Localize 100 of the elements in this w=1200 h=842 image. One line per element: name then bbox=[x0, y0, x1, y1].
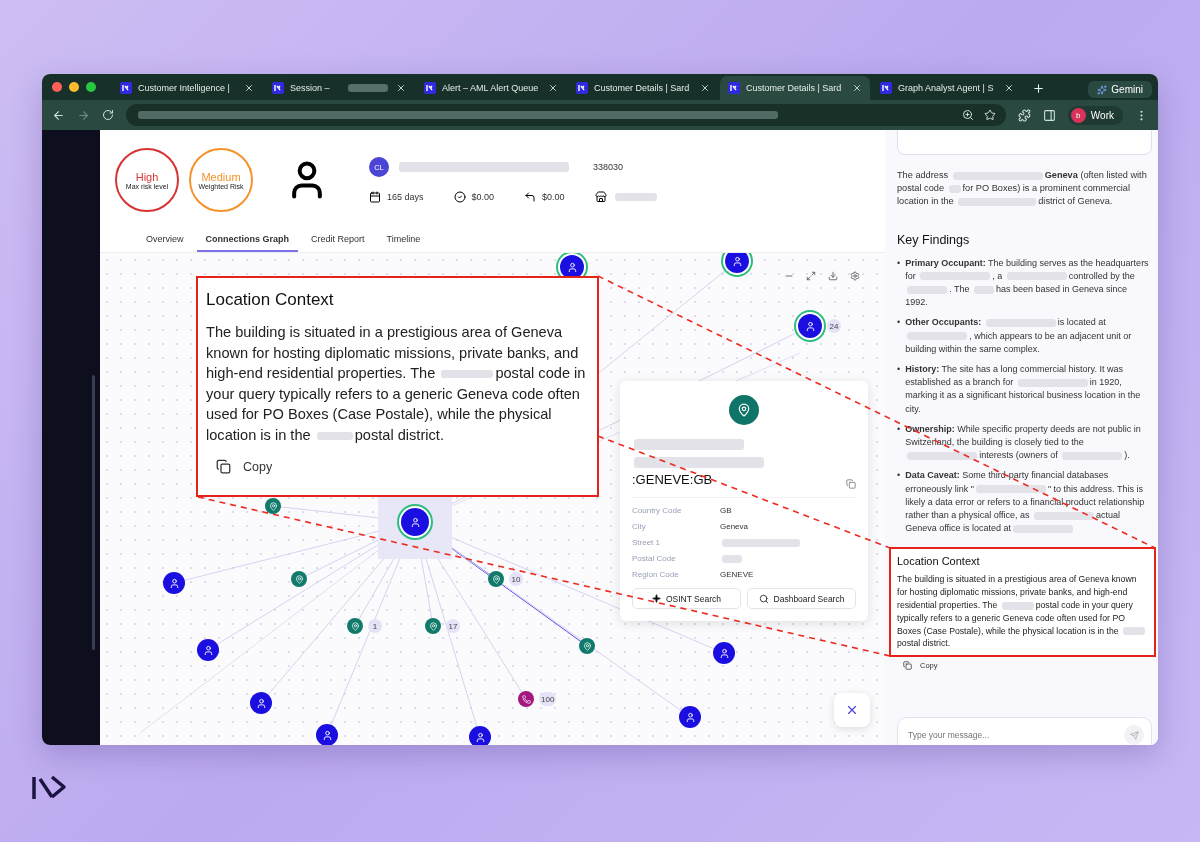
field-value: GENEVE bbox=[720, 570, 755, 579]
person-node[interactable] bbox=[163, 572, 185, 594]
maximize-window-button[interactable] bbox=[86, 82, 96, 92]
page-tab[interactable]: Overview bbox=[137, 230, 193, 252]
sparkle-icon bbox=[651, 594, 661, 603]
section-heading: Key Findings bbox=[897, 232, 971, 247]
sparkle-icon bbox=[1097, 84, 1108, 95]
gemini-button[interactable]: Gemini bbox=[1088, 81, 1152, 98]
person-icon bbox=[321, 729, 333, 741]
map-pin-icon bbox=[491, 574, 501, 584]
return-arrow-icon bbox=[524, 191, 537, 203]
person-icon bbox=[202, 644, 214, 656]
person-node[interactable] bbox=[679, 706, 701, 728]
callout-heading: Location Context bbox=[206, 290, 335, 310]
message-input[interactable]: Type your message... bbox=[897, 717, 1152, 745]
field-label: Postal Code bbox=[632, 554, 677, 563]
browser-tab[interactable]: Graph Analyst Agent | S bbox=[872, 76, 1022, 100]
person-node[interactable] bbox=[469, 726, 491, 745]
close-icon[interactable] bbox=[700, 83, 710, 93]
person-node[interactable] bbox=[316, 724, 338, 745]
dashboard-search-button[interactable]: Dashboard Search bbox=[747, 588, 856, 609]
stat-value: 165 days bbox=[387, 192, 424, 202]
location-node[interactable] bbox=[265, 498, 281, 514]
copy-icon bbox=[903, 661, 912, 671]
stat-value: $0.00 bbox=[471, 192, 495, 202]
settings-icon[interactable] bbox=[850, 271, 860, 281]
bookmark-star-icon[interactable] bbox=[983, 109, 996, 121]
location-node[interactable] bbox=[579, 638, 595, 654]
location-node[interactable] bbox=[347, 618, 363, 634]
count-badge: 1 bbox=[368, 619, 382, 633]
osint-search-button[interactable]: OSINT Search bbox=[632, 588, 741, 609]
location-node[interactable] bbox=[488, 571, 504, 587]
person-node[interactable] bbox=[197, 639, 219, 661]
site-favicon-icon bbox=[272, 82, 284, 94]
bullet: • bbox=[897, 256, 901, 270]
store-icon bbox=[594, 191, 607, 203]
download-icon[interactable] bbox=[828, 271, 838, 281]
profile-button[interactable]: b Work bbox=[1067, 105, 1123, 125]
phone-node[interactable] bbox=[518, 691, 534, 707]
close-icon[interactable] bbox=[244, 83, 254, 93]
person-icon bbox=[684, 711, 696, 723]
person-node[interactable] bbox=[250, 692, 272, 714]
message-heading: Location Context bbox=[897, 555, 981, 568]
person-node[interactable] bbox=[713, 642, 735, 664]
address-title: :GENEVE:GB bbox=[632, 435, 846, 489]
extensions-icon[interactable] bbox=[1017, 108, 1031, 122]
finding-item: Data Caveat: Some third-party financial databases erroneously link " " to this address. This is likely a data error or refers to a financial product relationship rather than a physical office, as actual Geneva office is located at bbox=[905, 469, 1146, 536]
browser-tab[interactable]: Alert – AML Alert Queue bbox=[416, 76, 566, 100]
forward-icon[interactable] bbox=[77, 108, 90, 122]
stat-value: $0.00 bbox=[542, 192, 565, 202]
person-icon bbox=[731, 255, 743, 267]
map-pin-icon bbox=[350, 621, 360, 631]
person-node[interactable] bbox=[401, 508, 429, 536]
minimize-window-button[interactable] bbox=[69, 82, 79, 92]
person-node[interactable] bbox=[725, 253, 749, 273]
person-icon bbox=[255, 697, 267, 709]
close-icon[interactable] bbox=[852, 83, 862, 93]
browser-tab[interactable]: Customer Details | Sard bbox=[568, 76, 718, 100]
close-window-button[interactable] bbox=[52, 82, 62, 92]
back-icon[interactable] bbox=[52, 108, 65, 122]
callout-text: The building is situated in a prestigious area of Geneva known for hosting diplomatic missions, private banks, and high-end residential properties. The postal code in your query typically refers to a generic Geneva code often used for PO Boxes (Case Postale), while the physical location is in the postal district. bbox=[206, 323, 587, 445]
new-tab-icon[interactable] bbox=[1032, 82, 1045, 95]
close-icon[interactable] bbox=[396, 83, 406, 93]
close-icon[interactable] bbox=[1004, 83, 1014, 93]
reload-icon[interactable] bbox=[102, 109, 114, 121]
field-label: Country Code bbox=[632, 506, 683, 515]
chat-paragraph: The address Geneva (often listed with postal code for PO Boxes) is a prominent commercial location in the district of Geneva. bbox=[897, 169, 1148, 209]
browser-tab[interactable]: Session – bbox=[264, 76, 414, 100]
phone-icon bbox=[521, 694, 531, 704]
person-icon bbox=[409, 516, 421, 528]
expand-icon[interactable] bbox=[806, 271, 816, 281]
copy-icon[interactable] bbox=[846, 479, 856, 489]
count-badge: 17 bbox=[446, 619, 460, 633]
copy-button[interactable]: Copy bbox=[216, 459, 273, 474]
close-icon[interactable] bbox=[548, 83, 558, 93]
location-node[interactable] bbox=[425, 618, 441, 634]
location-icon bbox=[729, 395, 759, 425]
check-circle-icon bbox=[453, 191, 466, 203]
zoom-icon[interactable] bbox=[961, 109, 974, 121]
message-text: The building is situated in a prestigious area of Geneva known for hosting diplomatic missions, private banks, and high-end residential properties. The postal code in your query typically refers to a generic Geneva code often used for PO Boxes (Case Postale), while the physical location is in the postal district. bbox=[897, 573, 1148, 651]
bullet: • bbox=[897, 316, 901, 330]
customer-id: 338030 bbox=[593, 162, 624, 172]
field-label: City bbox=[632, 522, 647, 531]
map-pin-icon bbox=[268, 501, 278, 511]
side-panel-icon[interactable] bbox=[1042, 108, 1056, 122]
bullet: • bbox=[897, 363, 901, 377]
location-node[interactable] bbox=[291, 571, 307, 587]
field-label: Street 1 bbox=[632, 538, 661, 547]
field-label: Region Code bbox=[632, 570, 680, 579]
finding-item: Primary Occupant: The building serves as the headquarters for , a controlled by the . The has been based in Geneva since 1992. bbox=[905, 256, 1150, 310]
bullet: • bbox=[897, 469, 901, 483]
person-node[interactable] bbox=[560, 255, 584, 279]
page-tab[interactable]: Credit Report bbox=[302, 230, 374, 252]
field-value: Geneva bbox=[720, 522, 750, 531]
calendar-icon bbox=[369, 191, 381, 203]
browser-tab[interactable]: Customer Intelligence | bbox=[112, 76, 262, 100]
page-tab[interactable]: Timeline bbox=[377, 230, 430, 252]
browser-tab[interactable]: Customer Details | Sard bbox=[720, 76, 870, 100]
count-badge: 100 bbox=[539, 692, 557, 706]
person-node[interactable] bbox=[798, 314, 822, 338]
